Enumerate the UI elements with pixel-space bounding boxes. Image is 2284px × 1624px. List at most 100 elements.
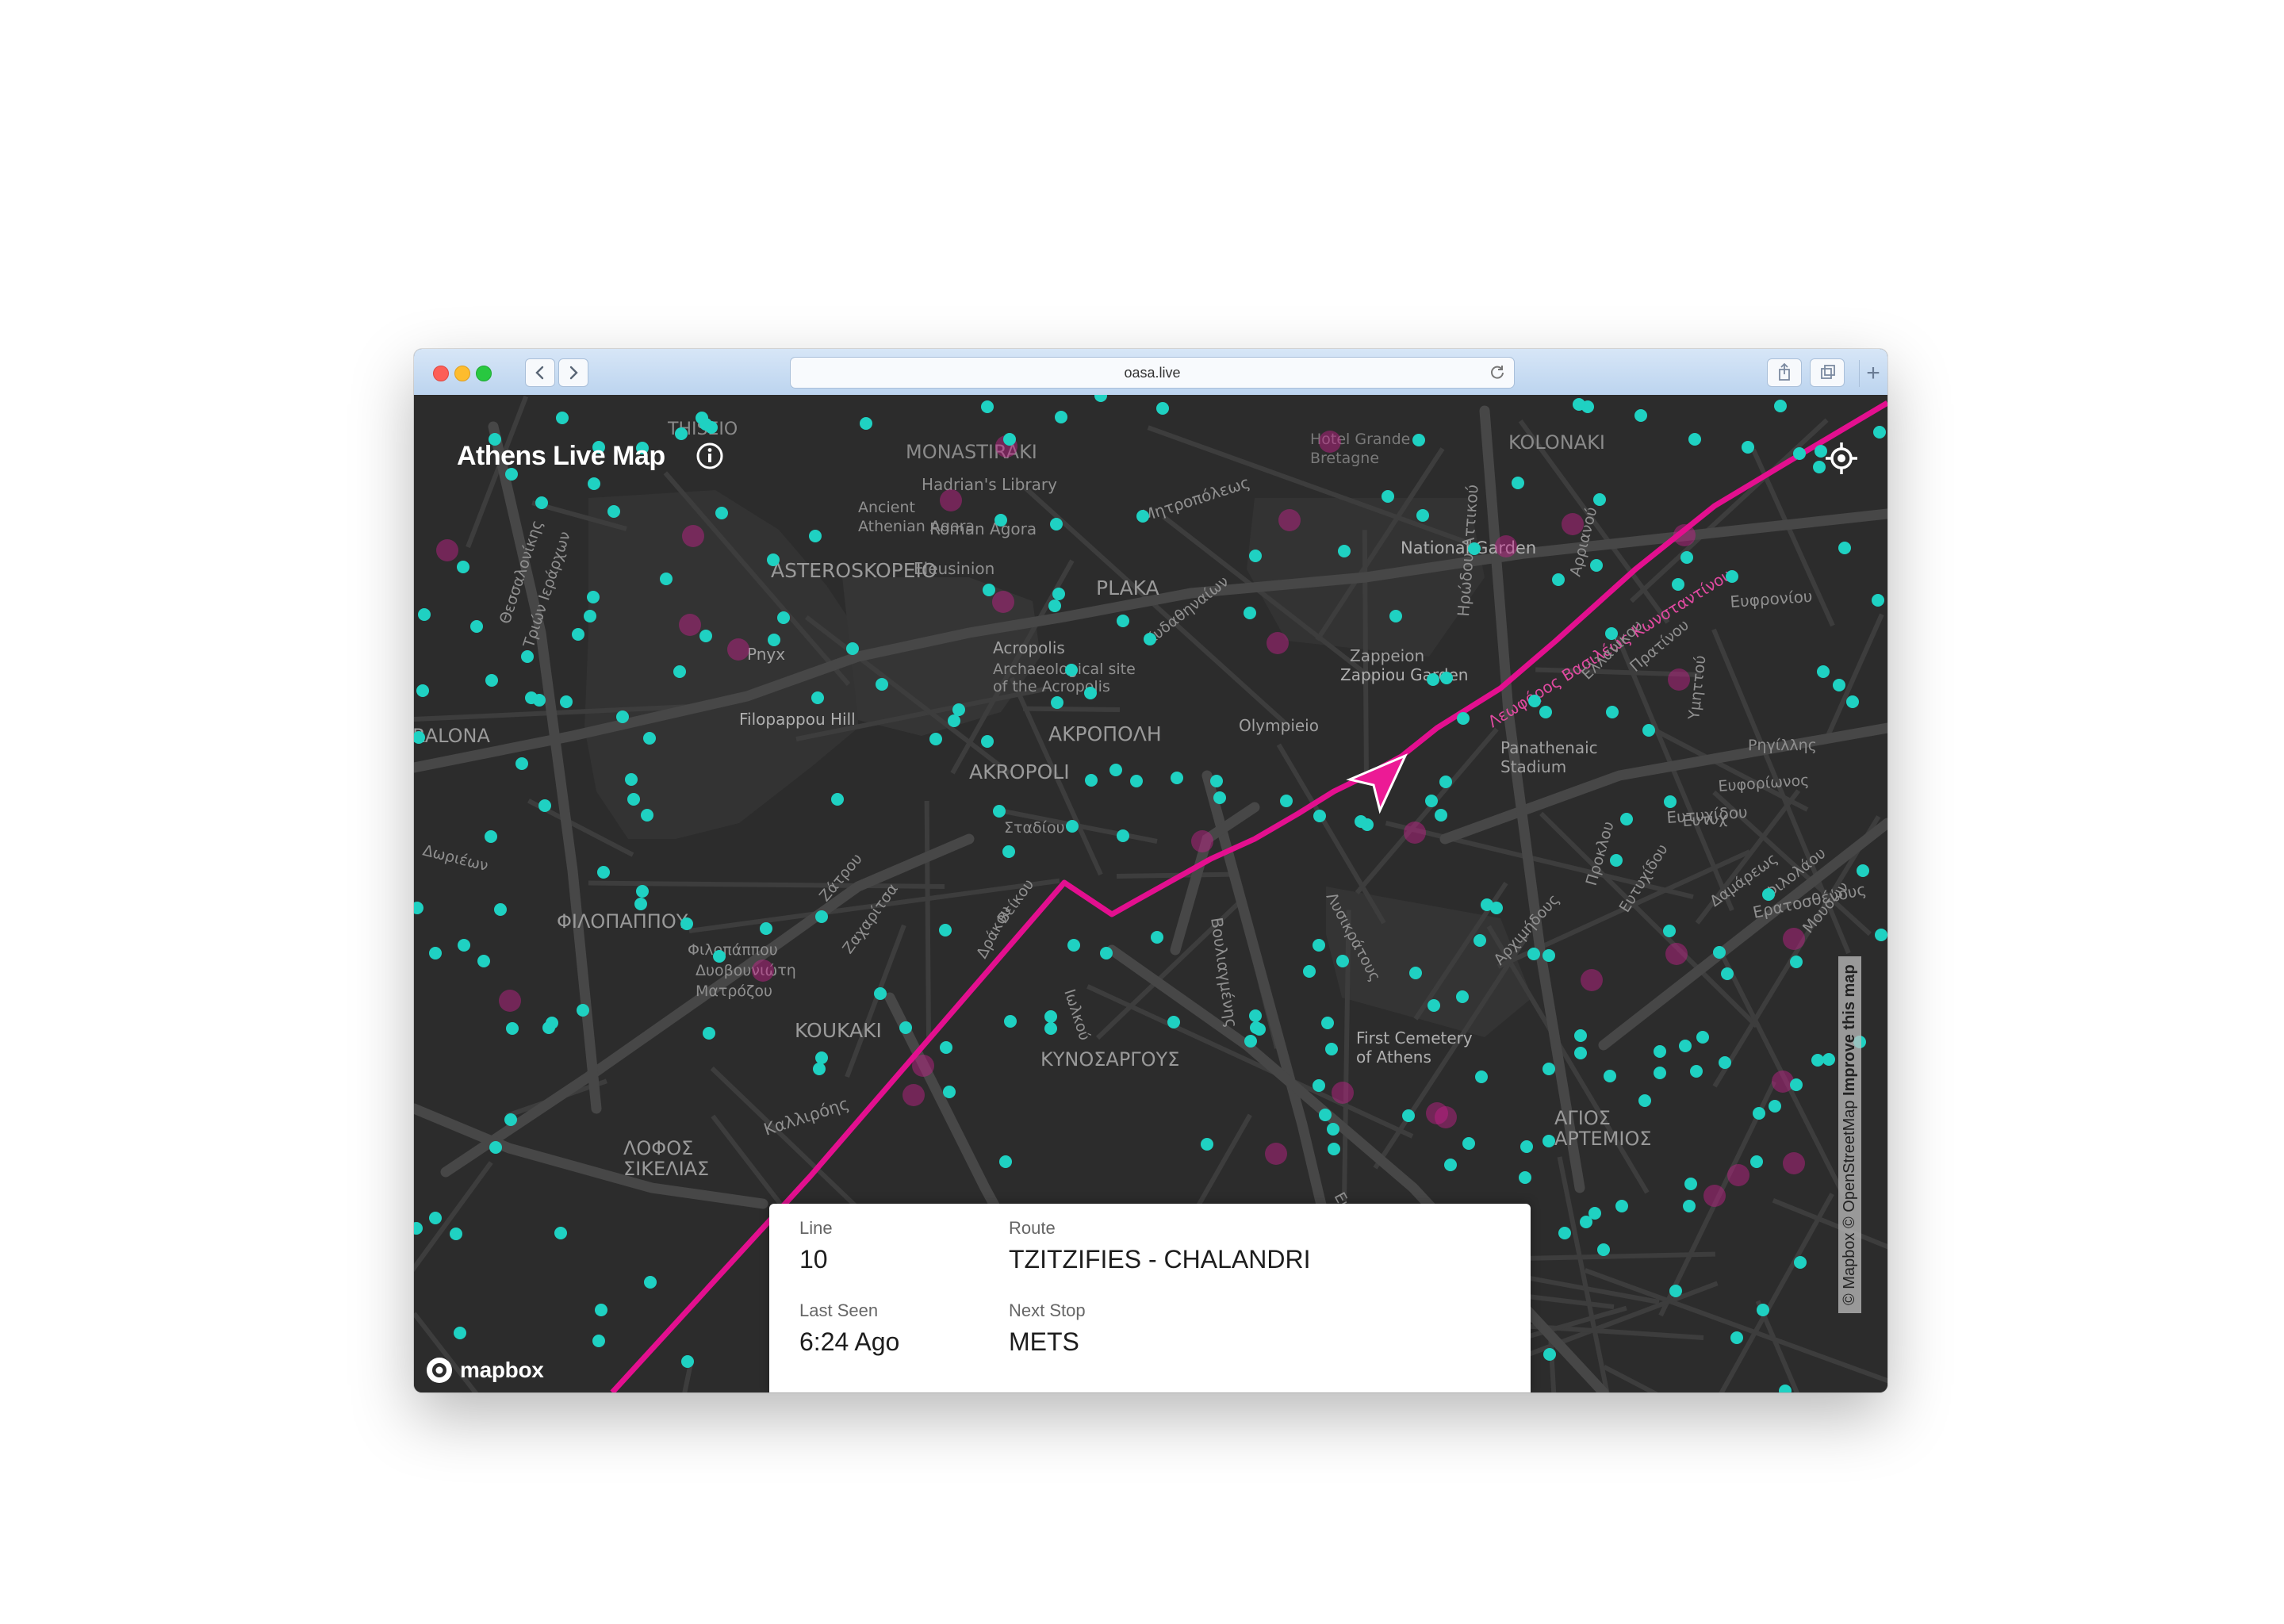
bus-vehicle-marker[interactable] bbox=[831, 793, 844, 806]
bus-vehicle-marker[interactable] bbox=[1774, 400, 1787, 412]
bus-vehicle-marker[interactable] bbox=[1620, 813, 1633, 825]
bus-vehicle-marker[interactable] bbox=[1573, 398, 1585, 411]
bus-vehicle-marker[interactable] bbox=[1750, 1155, 1763, 1168]
locate-icon[interactable] bbox=[1822, 439, 1861, 477]
bus-vehicle-marker[interactable] bbox=[535, 496, 548, 509]
bus-vehicle-marker[interactable] bbox=[1313, 939, 1325, 952]
bus-vehicle-marker[interactable] bbox=[1679, 1040, 1692, 1052]
bus-vehicle-marker[interactable] bbox=[525, 691, 538, 704]
bus-vehicle-marker[interactable] bbox=[1144, 633, 1156, 645]
bus-vehicle-marker[interactable] bbox=[515, 757, 528, 770]
bus-vehicle-marker[interactable] bbox=[994, 514, 1007, 527]
bus-vehicle-marker[interactable] bbox=[470, 620, 483, 633]
bus-vehicle-marker[interactable] bbox=[1542, 1135, 1555, 1147]
bus-vehicle-marker[interactable] bbox=[616, 710, 629, 723]
bus-vehicle-marker[interactable] bbox=[1002, 845, 1015, 858]
address-bar[interactable]: oasa.live bbox=[790, 357, 1515, 389]
bus-vehicle-marker[interactable] bbox=[1588, 1207, 1601, 1220]
bus-vehicle-marker[interactable] bbox=[1136, 510, 1149, 523]
bus-vehicle-marker[interactable] bbox=[815, 1051, 828, 1064]
bus-vehicle-marker[interactable] bbox=[1249, 1009, 1262, 1022]
bus-vehicle-marker[interactable] bbox=[1003, 433, 1016, 446]
bus-vehicle-marker[interactable] bbox=[1456, 990, 1469, 1003]
bus-vehicle-marker[interactable] bbox=[673, 665, 686, 678]
bus-vehicle-marker[interactable] bbox=[454, 1327, 466, 1339]
bus-vehicle-marker[interactable] bbox=[1721, 967, 1734, 980]
bus-vehicle-marker[interactable] bbox=[1457, 712, 1470, 725]
bus-vehicle-marker[interactable] bbox=[489, 1141, 502, 1154]
bus-vehicle-marker[interactable] bbox=[1696, 1031, 1709, 1044]
bus-vehicle-marker[interactable] bbox=[1769, 1100, 1781, 1113]
bus-vehicle-marker[interactable] bbox=[643, 732, 656, 745]
bus-vehicle-marker[interactable] bbox=[1753, 1107, 1765, 1120]
bus-vehicle-marker[interactable] bbox=[768, 634, 780, 646]
bus-vehicle-marker[interactable] bbox=[1527, 948, 1540, 960]
bus-vehicle-marker[interactable] bbox=[1872, 594, 1884, 607]
bus-vehicle-marker[interactable] bbox=[1336, 955, 1349, 967]
bus-vehicle-marker[interactable] bbox=[815, 910, 828, 923]
bus-vehicle-marker[interactable] bbox=[414, 902, 423, 914]
bus-vehicle-marker[interactable] bbox=[1325, 1043, 1338, 1055]
bus-vehicle-marker[interactable] bbox=[1048, 599, 1061, 612]
bus-vehicle-marker[interactable] bbox=[675, 427, 688, 440]
bus-vehicle-marker[interactable] bbox=[1052, 588, 1065, 600]
bus-vehicle-marker[interactable] bbox=[1328, 1143, 1340, 1155]
bus-vehicle-marker[interactable] bbox=[1520, 1140, 1533, 1153]
bus-vehicle-marker[interactable] bbox=[1427, 673, 1439, 686]
bus-vehicle-marker[interactable] bbox=[1249, 550, 1262, 562]
bus-vehicle-marker[interactable] bbox=[538, 799, 551, 812]
bus-vehicle-marker[interactable] bbox=[1044, 1022, 1057, 1035]
bus-vehicle-marker[interactable] bbox=[1719, 1056, 1731, 1069]
bus-vehicle-marker[interactable] bbox=[592, 1335, 605, 1347]
bus-vehicle-marker[interactable] bbox=[1338, 545, 1351, 557]
bus-vehicle-marker[interactable] bbox=[1590, 559, 1603, 572]
bus-vehicle-marker[interactable] bbox=[1244, 1035, 1257, 1048]
bus-vehicle-marker[interactable] bbox=[625, 773, 638, 786]
bus-vehicle-marker[interactable] bbox=[457, 561, 469, 573]
info-icon[interactable] bbox=[695, 441, 725, 471]
bus-vehicle-marker[interactable] bbox=[597, 866, 610, 879]
bus-vehicle-marker[interactable] bbox=[1151, 931, 1163, 944]
bus-vehicle-marker[interactable] bbox=[1713, 946, 1726, 959]
bus-vehicle-marker[interactable] bbox=[1462, 1137, 1475, 1150]
bus-vehicle-marker[interactable] bbox=[696, 412, 708, 424]
bus-vehicle-marker[interactable] bbox=[1044, 1010, 1057, 1023]
bus-vehicle-marker[interactable] bbox=[809, 530, 822, 542]
improve-map-link[interactable]: Improve this map bbox=[1841, 964, 1858, 1096]
bus-vehicle-marker[interactable] bbox=[680, 917, 693, 930]
bus-vehicle-marker[interactable] bbox=[1610, 854, 1623, 867]
bus-vehicle-marker[interactable] bbox=[1663, 925, 1676, 937]
bus-vehicle-marker[interactable] bbox=[588, 477, 600, 490]
bus-vehicle-marker[interactable] bbox=[1597, 1243, 1610, 1256]
bus-vehicle-marker[interactable] bbox=[521, 650, 534, 663]
bus-vehicle-marker[interactable] bbox=[1468, 542, 1481, 555]
bus-vehicle-marker[interactable] bbox=[1726, 570, 1738, 583]
bus-vehicle-marker[interactable] bbox=[1672, 578, 1684, 591]
bus-vehicle-marker[interactable] bbox=[1846, 695, 1859, 708]
bus-vehicle-marker[interactable] bbox=[1811, 1054, 1824, 1067]
bus-vehicle-marker[interactable] bbox=[1793, 447, 1806, 460]
bus-vehicle-marker[interactable] bbox=[1473, 934, 1486, 947]
bus-vehicle-marker[interactable] bbox=[627, 793, 640, 806]
bus-vehicle-marker[interactable] bbox=[713, 950, 726, 963]
bus-vehicle-marker[interactable] bbox=[1574, 1047, 1587, 1059]
bus-vehicle-marker[interactable] bbox=[1543, 1348, 1556, 1361]
bus-vehicle-marker[interactable] bbox=[1094, 395, 1107, 402]
bus-vehicle-marker[interactable] bbox=[1873, 426, 1886, 439]
bus-vehicle-marker[interactable] bbox=[506, 1022, 519, 1035]
bus-vehicle-marker[interactable] bbox=[1382, 490, 1394, 503]
bus-vehicle-marker[interactable] bbox=[450, 1228, 462, 1240]
bus-vehicle-marker[interactable] bbox=[1428, 999, 1440, 1012]
bus-vehicle-marker[interactable] bbox=[940, 1041, 952, 1054]
bus-vehicle-marker[interactable] bbox=[1574, 1029, 1587, 1042]
bus-vehicle-marker[interactable] bbox=[1050, 518, 1063, 530]
bus-vehicle-marker[interactable] bbox=[1303, 965, 1316, 978]
bus-vehicle-marker[interactable] bbox=[1412, 434, 1425, 446]
bus-vehicle-marker[interactable] bbox=[1280, 795, 1293, 807]
bus-vehicle-marker[interactable] bbox=[485, 674, 498, 687]
bus-vehicle-marker[interactable] bbox=[1067, 939, 1080, 952]
bus-vehicle-marker[interactable] bbox=[1762, 888, 1775, 901]
bus-vehicle-marker[interactable] bbox=[1321, 1017, 1334, 1029]
bus-vehicle-marker[interactable] bbox=[504, 1113, 517, 1126]
bus-vehicle-marker[interactable] bbox=[948, 714, 960, 727]
